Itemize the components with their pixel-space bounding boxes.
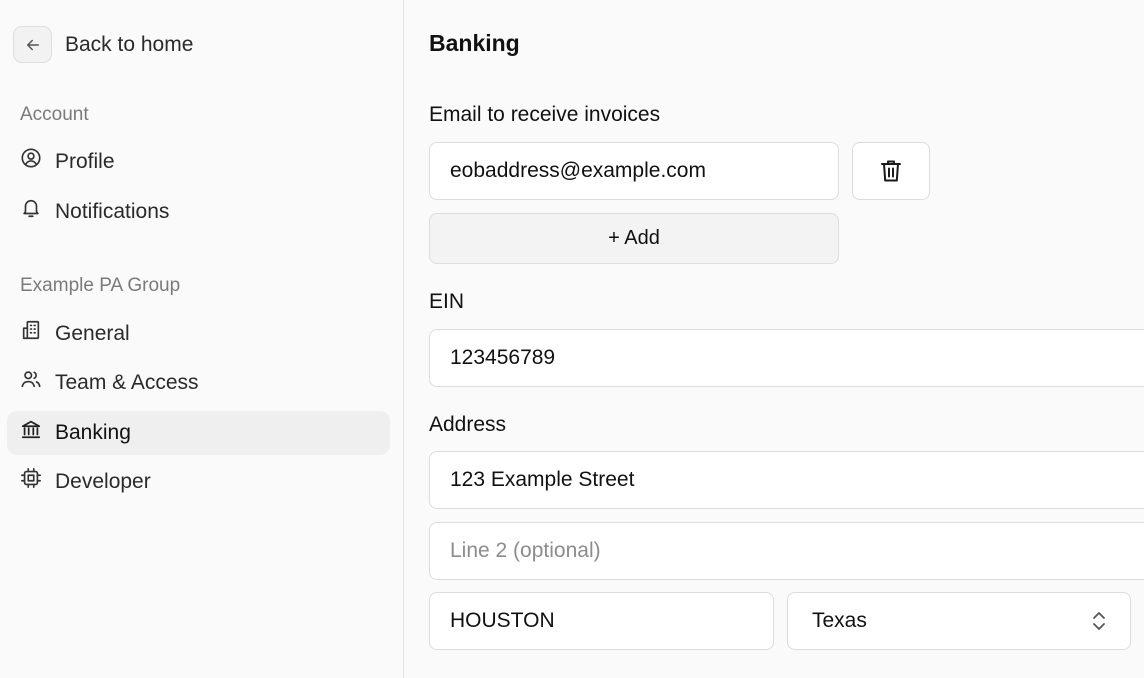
sidebar-item-label: Banking (55, 421, 131, 444)
users-icon (20, 368, 42, 390)
arrow-left-icon (24, 36, 42, 54)
bank-icon (20, 418, 42, 440)
email-field[interactable] (429, 142, 839, 200)
state-select-value: Texas (812, 609, 867, 632)
app: Back to home Account Profile Notificatio… (0, 0, 1144, 678)
sidebar-item-notifications[interactable]: Notifications (7, 190, 390, 234)
sidebar-item-label: Profile (55, 150, 115, 173)
sidebar-item-profile[interactable]: Profile (7, 140, 390, 184)
state-select[interactable]: Texas (787, 592, 1131, 650)
back-button[interactable] (13, 26, 52, 63)
address-line1-field[interactable] (429, 451, 1144, 509)
chip-icon (20, 467, 42, 489)
back-to-home-label: Back to home (65, 32, 194, 56)
trash-icon (879, 158, 903, 184)
sidebar-item-banking[interactable]: Banking (7, 411, 390, 455)
address-label: Address (429, 413, 507, 436)
address-line2-field[interactable] (429, 522, 1144, 580)
section-title-group: Example PA Group (20, 275, 181, 296)
ein-label: EIN (429, 290, 465, 313)
sidebar-item-general[interactable]: General (7, 312, 390, 356)
main-content: Banking Email to receive invoices + Add … (404, 0, 1144, 678)
city-field[interactable] (429, 592, 774, 650)
sidebar: Back to home Account Profile Notificatio… (0, 0, 404, 678)
sidebar-item-developer[interactable]: Developer (7, 460, 390, 504)
sidebar-item-label: General (55, 322, 130, 345)
email-label: Email to receive invoices (429, 103, 661, 126)
page-title: Banking (429, 30, 520, 56)
building-icon (20, 319, 42, 341)
bell-icon (20, 197, 42, 219)
back-to-home-link[interactable]: Back to home (13, 26, 193, 63)
sidebar-item-label: Developer (55, 470, 151, 493)
sidebar-item-team-access[interactable]: Team & Access (7, 361, 390, 405)
section-title-account: Account (20, 104, 89, 125)
chevron-up-down-icon (1092, 610, 1106, 632)
sidebar-item-label: Notifications (55, 200, 170, 223)
sidebar-item-label: Team & Access (55, 371, 199, 394)
user-circle-icon (20, 147, 42, 169)
delete-email-button[interactable] (852, 142, 930, 200)
ein-field[interactable] (429, 329, 1144, 387)
add-email-button[interactable]: + Add (429, 213, 839, 264)
